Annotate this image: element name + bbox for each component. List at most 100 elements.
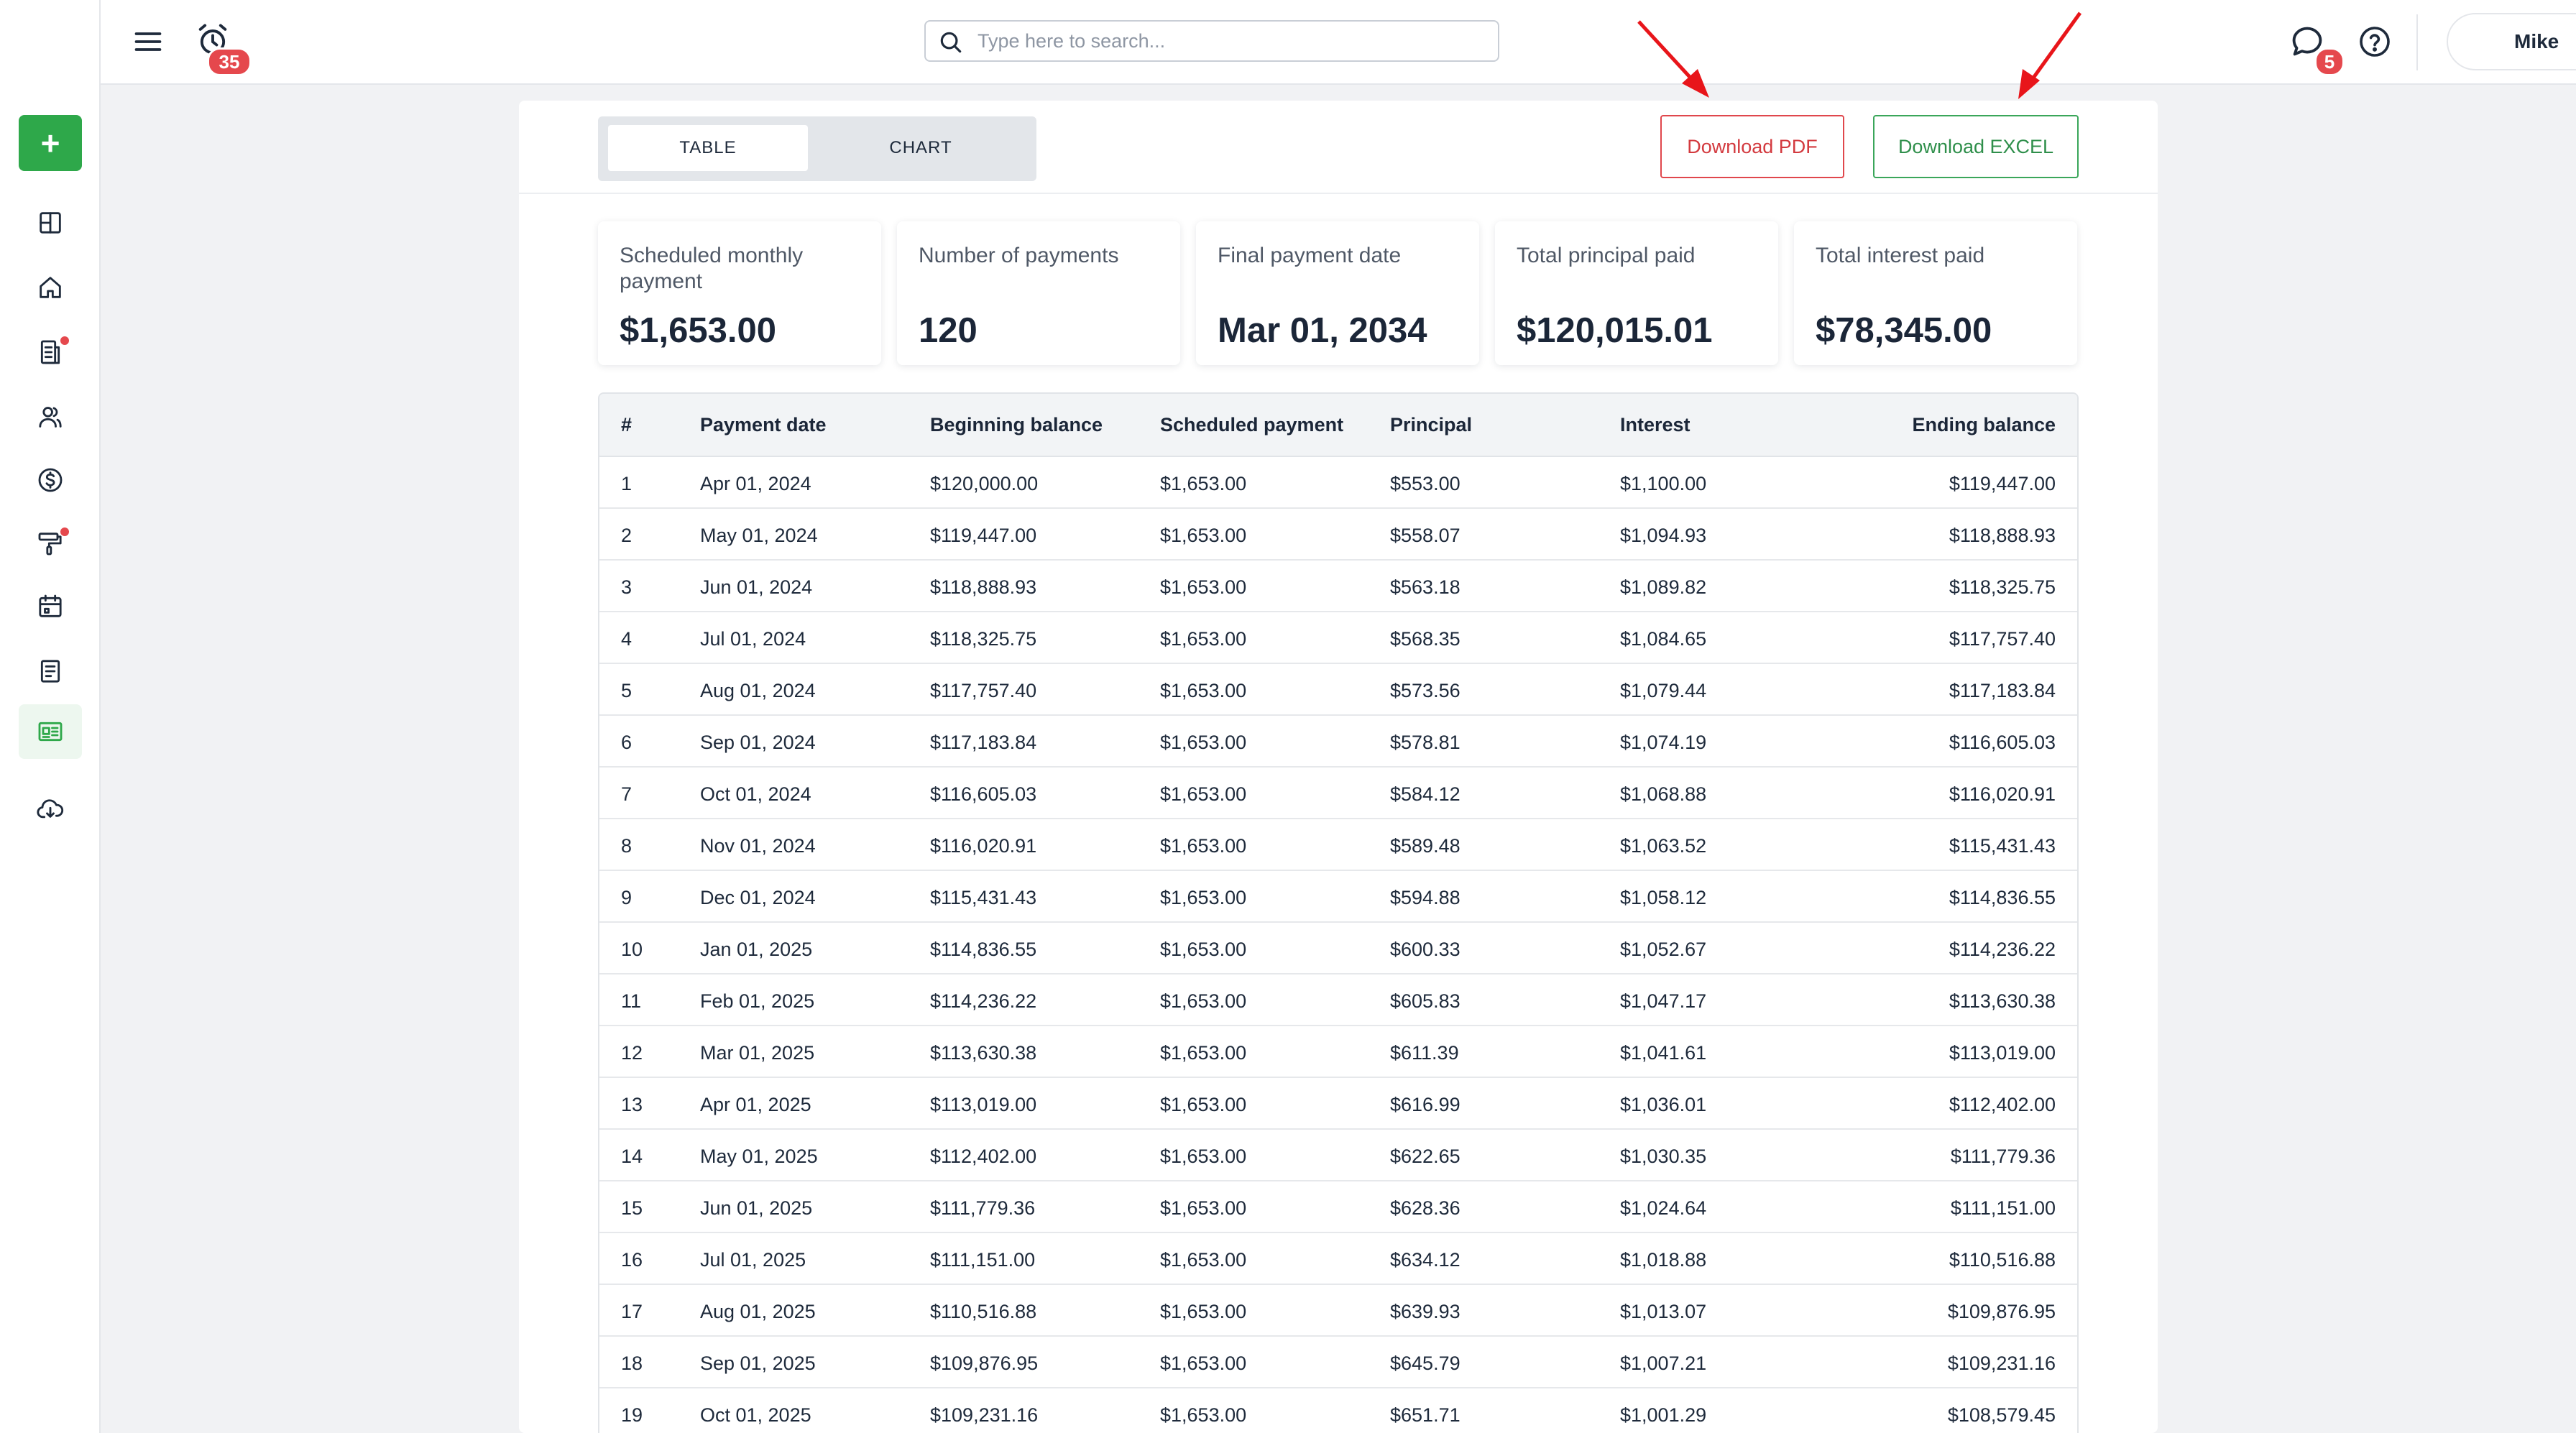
- table-cell: $113,630.38: [1949, 990, 2056, 1012]
- table-cell: $1,041.61: [1620, 1042, 1707, 1064]
- search-bar[interactable]: [924, 20, 1499, 62]
- table-cell: $611.39: [1390, 1042, 1459, 1064]
- table-cell: $1,013.07: [1620, 1301, 1707, 1322]
- table-row: 8 Nov 01, 2024 $116,020.91 $1,653.00 $589.48…: [599, 819, 2077, 871]
- table-row: 17 Aug 01, 2025 $110,516.88 $1,653.00 $639.9…: [599, 1285, 2077, 1337]
- table-cell: $1,653.00: [1160, 887, 1247, 908]
- table-cell: Nov 01, 2024: [700, 835, 816, 857]
- table-cell: $117,757.40: [930, 680, 1037, 701]
- table-cell: $113,019.00: [930, 1094, 1037, 1115]
- column-header: Interest: [1620, 414, 1690, 436]
- tab-chart[interactable]: CHART: [821, 125, 1021, 171]
- table-cell: 9: [621, 887, 632, 908]
- table-cell: $117,757.40: [1949, 628, 2056, 650]
- table-cell: 2: [621, 525, 632, 546]
- table-cell: 19: [621, 1404, 643, 1426]
- summary-tile: Total interest paid $78,345.00: [1794, 221, 2077, 365]
- table-row: 10 Jan 01, 2025 $114,836.55 $1,653.00 $600.3…: [599, 923, 2077, 974]
- table-cell: Jan 01, 2025: [700, 939, 813, 960]
- dashboard-icon: [40, 212, 61, 234]
- sidebar-item-dollar[interactable]: [19, 453, 82, 507]
- table-row: 18 Sep 01, 2025 $109,876.95 $1,653.00 $645.7…: [599, 1337, 2077, 1388]
- table-cell: $1,653.00: [1160, 939, 1247, 960]
- table-cell: $594.88: [1390, 887, 1460, 908]
- sidebar-item-users[interactable]: [19, 390, 82, 444]
- tab-table[interactable]: TABLE: [608, 125, 808, 171]
- user-menu[interactable]: Mike: [2447, 13, 2576, 70]
- sidebar-item-document[interactable]: [19, 325, 82, 379]
- sidebar-item-paint-roller[interactable]: [19, 516, 82, 571]
- amortization-card: TABLE CHART Download PDF Download EXCEL …: [519, 101, 2158, 1433]
- table-cell: $116,020.91: [1949, 783, 2056, 805]
- notes-icon: [40, 660, 60, 683]
- table-cell: Apr 01, 2024: [700, 473, 811, 494]
- table-row: 13 Apr 01, 2025 $113,019.00 $1,653.00 $616.9…: [599, 1078, 2077, 1130]
- table-cell: $628.36: [1390, 1197, 1460, 1219]
- table-row: 5 Aug 01, 2024 $117,757.40 $1,653.00 $573.56…: [599, 664, 2077, 716]
- table-row: 9 Dec 01, 2024 $115,431.43 $1,653.00 $594.88…: [599, 871, 2077, 923]
- table-cell: $114,236.22: [930, 990, 1037, 1012]
- table-cell: 17: [621, 1301, 643, 1322]
- table-cell: Oct 01, 2024: [700, 783, 811, 805]
- sidebar-item-cloud-download[interactable]: [19, 782, 82, 837]
- sidebar-item-calendar[interactable]: [19, 579, 82, 634]
- table-cell: $118,888.93: [1949, 525, 2056, 546]
- table-row: 3 Jun 01, 2024 $118,888.93 $1,653.00 $563.18…: [599, 561, 2077, 612]
- table-cell: $111,151.00: [1950, 1197, 2056, 1219]
- download-pdf-button[interactable]: Download PDF: [1660, 115, 1844, 178]
- table-cell: $1,653.00: [1160, 1094, 1247, 1115]
- summary-label: Number of payments: [919, 244, 1119, 267]
- table-cell: 12: [621, 1042, 643, 1064]
- table-cell: $639.93: [1390, 1301, 1460, 1322]
- table-cell: $1,063.52: [1620, 835, 1707, 857]
- table-cell: $634.12: [1390, 1249, 1460, 1271]
- table-row: 4 Jul 01, 2024 $118,325.75 $1,653.00 $568.35…: [599, 612, 2077, 664]
- summary-label: Total interest paid: [1816, 244, 1985, 267]
- sidebar-item-home[interactable]: [19, 260, 82, 315]
- sidebar-item-dashboard[interactable]: [19, 195, 82, 250]
- table-cell: $584.12: [1390, 783, 1460, 805]
- table-cell: $1,653.00: [1160, 1404, 1247, 1426]
- table-cell: Aug 01, 2024: [700, 680, 816, 701]
- table-cell: 5: [621, 680, 632, 701]
- table-cell: $558.07: [1390, 525, 1460, 546]
- user-name: Mike: [2514, 30, 2559, 52]
- table-cell: $109,876.95: [930, 1353, 1039, 1374]
- table-cell: May 01, 2025: [700, 1146, 818, 1167]
- table-cell: 8: [621, 835, 632, 857]
- table-cell: $1,653.00: [1160, 1353, 1247, 1374]
- table-cell: $118,888.93: [930, 576, 1037, 598]
- table-cell: Apr 01, 2025: [700, 1094, 811, 1115]
- summary-tile: Number of payments 120: [897, 221, 1180, 365]
- table-cell: $113,019.00: [1949, 1042, 2056, 1064]
- table-cell: $111,779.36: [1950, 1146, 2056, 1167]
- table-row: 2 May 01, 2024 $119,447.00 $1,653.00 $558.07…: [599, 509, 2077, 561]
- search-input[interactable]: [976, 29, 1468, 53]
- table-cell: Jun 01, 2025: [700, 1197, 813, 1219]
- table-row: 12 Mar 01, 2025 $113,630.38 $1,653.00 $611.3…: [599, 1026, 2077, 1078]
- table-row: 6 Sep 01, 2024 $117,183.84 $1,653.00 $578.81…: [599, 716, 2077, 768]
- table-cell: $1,653.00: [1160, 1146, 1247, 1167]
- table-cell: Sep 01, 2024: [700, 732, 816, 753]
- sidebar-item-calculator[interactable]: [19, 704, 82, 759]
- table-cell: $118,325.75: [930, 628, 1037, 650]
- table-cell: $1,653.00: [1160, 628, 1247, 650]
- table-cell: Feb 01, 2025: [700, 990, 815, 1012]
- download-excel-button[interactable]: Download EXCEL: [1873, 115, 2079, 178]
- sidebar-item-notes[interactable]: [19, 644, 82, 699]
- table-cell: $109,231.16: [930, 1404, 1039, 1426]
- table-cell: $1,052.67: [1620, 939, 1707, 960]
- table-cell: Aug 01, 2025: [700, 1301, 816, 1322]
- table-cell: $1,089.82: [1620, 576, 1707, 598]
- summary-tile: Scheduled monthly payment $1,653.00: [598, 221, 881, 365]
- menu-icon[interactable]: [132, 26, 164, 57]
- table-cell: 1: [621, 473, 632, 494]
- table-cell: $114,836.55: [1949, 887, 2056, 908]
- add-new-button[interactable]: +: [19, 115, 82, 171]
- summary-value: $78,345.00: [1816, 311, 1992, 350]
- table-cell: $114,836.55: [930, 939, 1037, 960]
- table-cell: $1,653.00: [1160, 732, 1247, 753]
- dollar-icon: [38, 468, 63, 492]
- table-cell: $1,653.00: [1160, 576, 1247, 598]
- help-icon[interactable]: [2358, 24, 2392, 59]
